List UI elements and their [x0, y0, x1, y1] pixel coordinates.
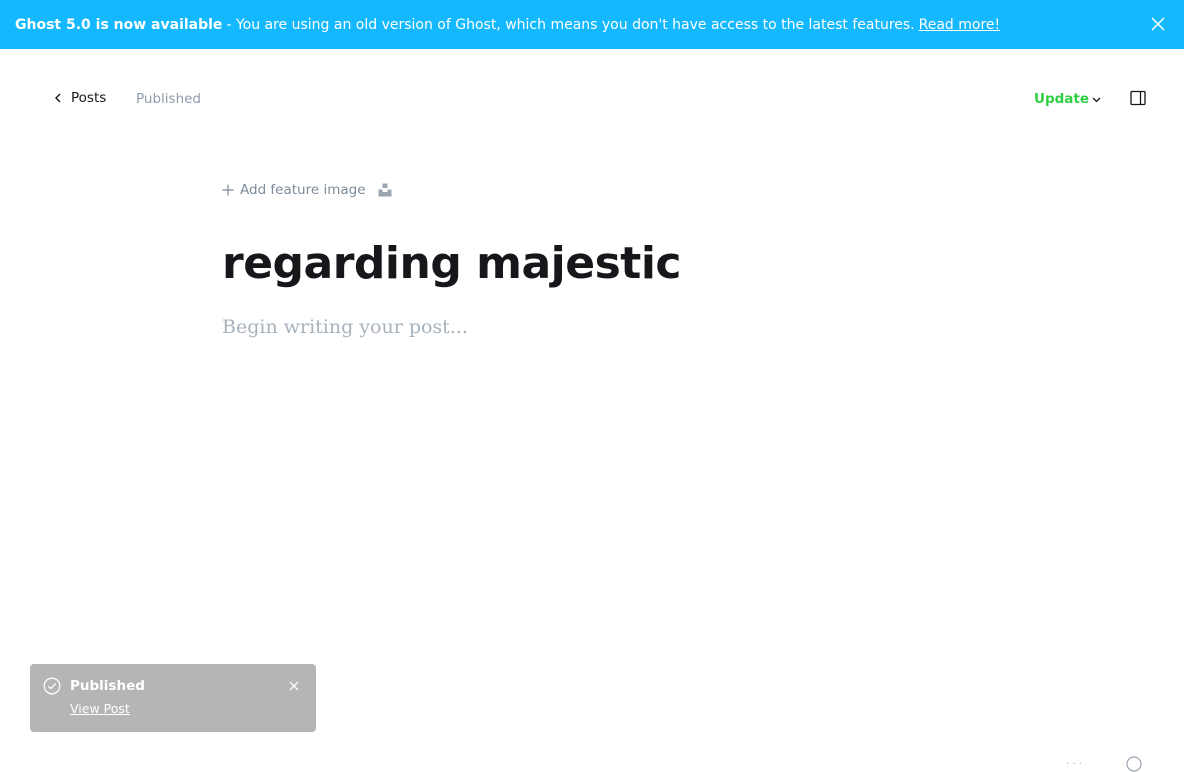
- back-label: Posts: [71, 90, 107, 106]
- sidebar-toggle-icon[interactable]: [1130, 90, 1146, 106]
- add-feature-image-label: Add feature image: [240, 182, 366, 198]
- add-feature-image-button[interactable]: Add feature image: [222, 182, 366, 198]
- feature-image-row: Add feature image: [222, 182, 392, 198]
- close-icon[interactable]: [289, 681, 299, 691]
- post-status: Published: [136, 91, 201, 107]
- help-icon[interactable]: [1126, 756, 1142, 772]
- published-toast: Published View Post: [30, 664, 316, 732]
- view-post-link[interactable]: View Post: [70, 701, 130, 716]
- chevron-left-icon: [55, 93, 61, 103]
- update-button[interactable]: Update: [1034, 91, 1101, 107]
- update-label: Update: [1034, 91, 1090, 107]
- editor-topbar: Posts Published Update: [0, 80, 1184, 118]
- banner-message: - You are using an old version of Ghost,…: [226, 16, 915, 33]
- plus-icon: [222, 184, 234, 196]
- banner-read-more-link[interactable]: Read more!: [919, 17, 1001, 33]
- word-count-indicator: · · ·: [1066, 759, 1082, 770]
- back-to-posts-link[interactable]: Posts: [55, 90, 106, 106]
- toast-title: Published: [70, 678, 145, 694]
- check-circle-icon: [43, 677, 61, 695]
- chevron-down-icon: [1092, 97, 1101, 103]
- close-icon[interactable]: [1150, 16, 1166, 32]
- post-title[interactable]: regarding majestic: [222, 238, 682, 289]
- unsplash-icon[interactable]: [378, 183, 392, 197]
- upgrade-banner: Ghost 5.0 is now available - You are usi…: [0, 0, 1184, 49]
- banner-title: Ghost 5.0 is now available: [15, 16, 223, 33]
- post-body-editor[interactable]: Begin writing your post...: [222, 316, 468, 338]
